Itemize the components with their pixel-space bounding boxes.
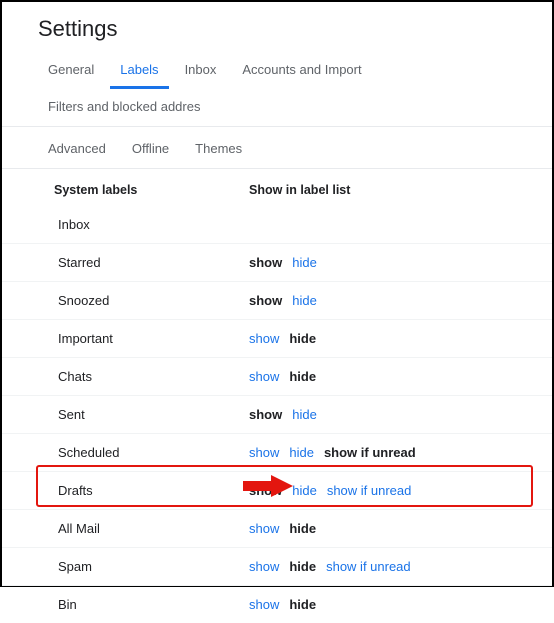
action-hide[interactable]: hide [292,255,317,270]
label-actions: show hide [249,407,317,422]
label-name: Spam [2,559,249,574]
tab-inbox[interactable]: Inbox [175,52,227,89]
tabs-row-1: GeneralLabelsInboxAccounts and Import Fil… [2,52,552,127]
tab-labels[interactable]: Labels [110,52,168,89]
action-show-if-unread[interactable]: show if unread [327,483,412,498]
label-actions: show hide show if unread [249,445,416,460]
table-row: Starredshow hide [2,243,552,281]
action-show[interactable]: show [249,255,282,270]
table-header: System labels Show in label list [2,169,552,205]
label-actions: show hide [249,255,317,270]
action-hide[interactable]: hide [289,445,314,460]
tabs-row-2: AdvancedOfflineThemes [2,131,552,168]
action-show[interactable]: show [249,597,279,612]
table-row: Inbox [2,205,552,243]
action-show[interactable]: show [249,445,279,460]
table-row: Chatsshow hide [2,357,552,395]
table-row: Scheduledshow hide show if unread [2,433,552,471]
action-hide[interactable]: hide [292,293,317,308]
action-show[interactable]: show [249,293,282,308]
table-row: Draftsshow hide show if unread [2,471,552,509]
label-actions: show hide [249,293,317,308]
tab-offline[interactable]: Offline [122,131,179,168]
action-show-if-unread[interactable]: show if unread [324,445,416,460]
label-actions: show hide show if unread [249,483,411,498]
action-show[interactable]: show [249,369,279,384]
label-name: Scheduled [2,445,249,460]
header-show-in-list: Show in label list [249,183,350,197]
label-actions: show hide [249,369,316,384]
label-name: All Mail [2,521,249,536]
action-hide[interactable]: hide [292,407,317,422]
label-name: Drafts [2,483,249,498]
label-name: Starred [2,255,249,270]
action-hide[interactable]: hide [292,483,317,498]
table-row: Snoozedshow hide [2,281,552,319]
action-show[interactable]: show [249,407,282,422]
table-row: All Mailshow hide [2,509,552,547]
page-title: Settings [2,2,552,48]
action-hide[interactable]: hide [289,597,316,612]
label-name: Important [2,331,249,346]
action-hide[interactable]: hide [289,521,316,536]
action-show[interactable]: show [249,483,282,498]
tab-general[interactable]: General [38,52,104,89]
header-system-labels: System labels [2,183,249,197]
tab-filters-and-blocked-addres[interactable]: Filters and blocked addres [38,89,210,126]
action-show-if-unread[interactable]: show if unread [326,559,411,574]
label-name: Snoozed [2,293,249,308]
label-name: Chats [2,369,249,384]
action-show[interactable]: show [249,559,279,574]
action-hide[interactable]: hide [289,331,316,346]
label-actions: show hide [249,331,316,346]
action-hide[interactable]: hide [289,369,316,384]
label-actions: show hide show if unread [249,559,411,574]
action-show[interactable]: show [249,331,279,346]
tab-themes[interactable]: Themes [185,131,252,168]
label-name: Bin [2,597,249,612]
label-name: Sent [2,407,249,422]
table-row: Binshow hide [2,585,552,623]
label-actions: show hide [249,521,316,536]
tab-accounts-and-import[interactable]: Accounts and Import [232,52,371,89]
tab-advanced[interactable]: Advanced [38,131,116,168]
action-hide[interactable]: hide [289,559,316,574]
table-row: Sentshow hide [2,395,552,433]
label-name: Inbox [2,217,249,232]
table-row: Importantshow hide [2,319,552,357]
label-actions: show hide [249,597,316,612]
table-row: Spamshow hide show if unread [2,547,552,585]
action-show[interactable]: show [249,521,279,536]
labels-table: InboxStarredshowhideSnoozedshowhideImpor… [2,205,552,623]
